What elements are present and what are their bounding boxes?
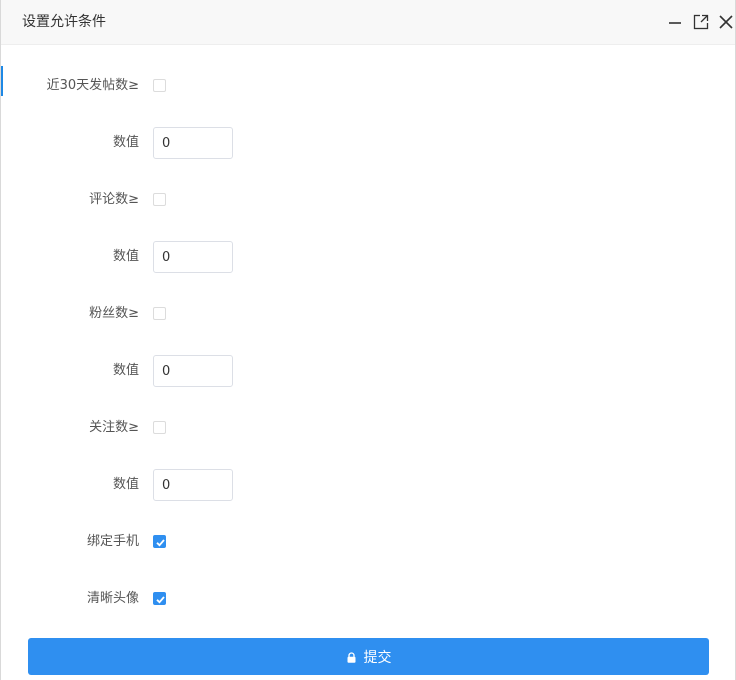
followers-value-input[interactable] [153, 355, 233, 387]
following-value-input[interactable] [153, 469, 233, 501]
posts-30d-checkbox-row: 近30天发帖数≥ [1, 70, 735, 102]
comments-checkbox-row: 评论数≥ [1, 184, 735, 216]
lock-icon [346, 651, 357, 663]
posts-30d-checkbox[interactable] [153, 79, 166, 92]
comments-value-row: 数值 [1, 241, 735, 273]
posts-30d-checkbox-label: 近30天发帖数≥ [46, 78, 139, 93]
posts-30d-value-label: 数值 [112, 135, 139, 150]
following-value-label: 数值 [112, 477, 139, 492]
clear-avatar-row: 清晰头像 [1, 583, 735, 615]
maximize-icon[interactable] [693, 14, 709, 30]
followers-value-row: 数值 [1, 355, 735, 387]
comments-checkbox[interactable] [153, 193, 166, 206]
dialog-title: 设置允许条件 [22, 14, 106, 30]
followers-checkbox-label: 粉丝数≥ [89, 306, 139, 321]
close-icon[interactable] [718, 14, 734, 30]
following-checkbox-row: 关注数≥ [1, 412, 735, 444]
clear-avatar-checkbox[interactable] [153, 592, 166, 605]
posts-30d-value-row: 数值 [1, 127, 735, 159]
comments-value-label: 数值 [112, 249, 139, 264]
bind-phone-checkbox[interactable] [153, 535, 166, 548]
clear-avatar-label: 清晰头像 [86, 591, 139, 606]
followers-value-label: 数值 [112, 363, 139, 378]
followers-checkbox[interactable] [153, 307, 166, 320]
following-value-row: 数值 [1, 469, 735, 501]
check-icon [156, 596, 165, 604]
bind-phone-label: 绑定手机 [86, 534, 139, 549]
minimize-icon[interactable] [667, 14, 683, 30]
dialog-titlebar[interactable]: 设置允许条件 [1, 0, 735, 45]
settings-dialog: 设置允许条件 近30天发帖数≥ 数值 0 评论数≥ 数值 0 粉丝数≥ 数值 0… [0, 0, 736, 680]
followers-checkbox-row: 粉丝数≥ [1, 298, 735, 330]
following-checkbox-label: 关注数≥ [89, 420, 139, 435]
submit-button-label: 提交 [363, 649, 392, 666]
following-checkbox[interactable] [153, 421, 166, 434]
check-icon [156, 539, 165, 547]
bind-phone-row: 绑定手机 [1, 526, 735, 558]
comments-value-input[interactable] [153, 241, 233, 273]
posts-30d-value-input[interactable] [153, 127, 233, 159]
comments-checkbox-label: 评论数≥ [89, 192, 139, 207]
submit-button[interactable]: 提交 [28, 638, 709, 675]
